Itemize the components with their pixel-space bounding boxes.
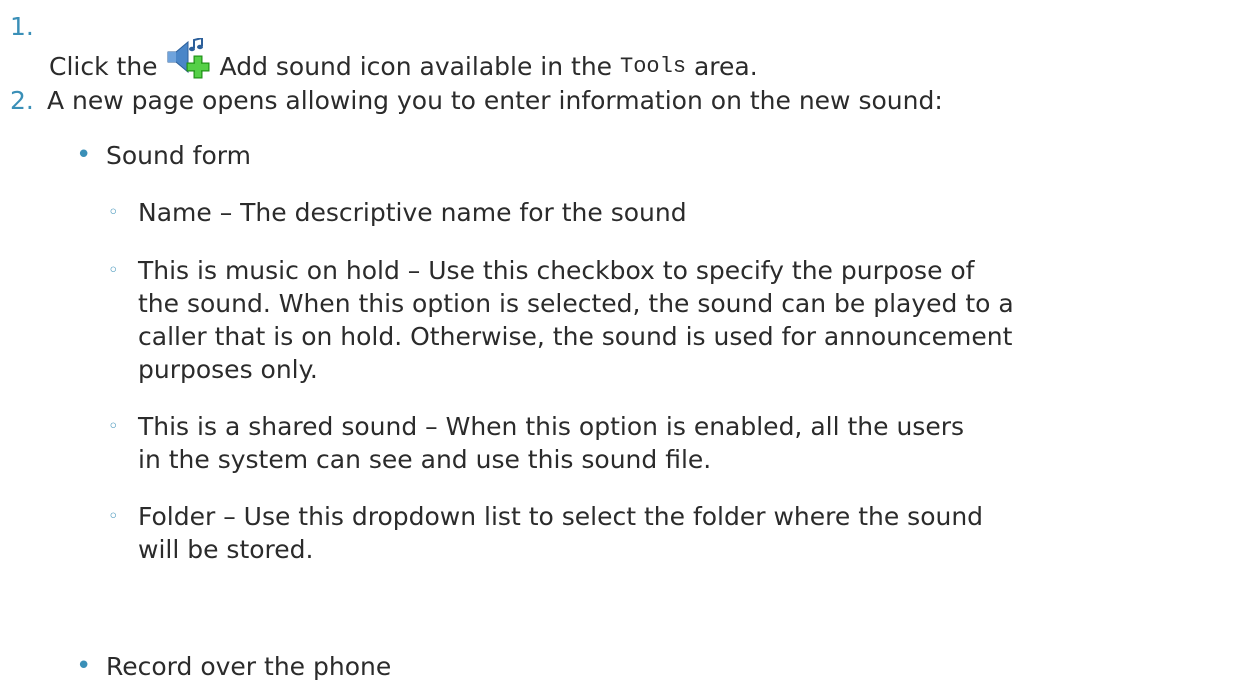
- bullet-icon: •: [76, 140, 92, 170]
- step-number: 1.: [10, 12, 34, 41]
- list-item-line: the sound. When this option is selected,…: [138, 289, 1014, 318]
- list-item: This is a shared sound – When this optio…: [138, 410, 1208, 476]
- code-text: Tools: [620, 53, 687, 79]
- step-2-text: A new page opens allowing you to enter i…: [47, 86, 943, 115]
- list-item-line: purposes only.: [138, 355, 318, 384]
- sub-bullet-icon: ◦: [108, 416, 119, 437]
- step-text: Click the: [49, 51, 158, 81]
- section-label: Sound form: [106, 141, 251, 170]
- add-sound-icon: [164, 36, 214, 79]
- step-text: Add sound icon available in the: [219, 51, 613, 81]
- step-1-text: Click the Add sound icon available in th…: [49, 36, 758, 84]
- sub-bullet-icon: ◦: [108, 506, 119, 527]
- list-item: Name – The descriptive name for the soun…: [138, 196, 1208, 229]
- step-text: area.: [693, 51, 758, 81]
- document: 1. Click the Add sound icon available in…: [0, 0, 1257, 686]
- list-item-line: This is music on hold – Use this checkbo…: [138, 256, 975, 285]
- list-item-line: This is a shared sound – When this optio…: [138, 412, 965, 441]
- list-item-line: Name – The descriptive name for the soun…: [138, 198, 687, 227]
- step-number: 2.: [10, 86, 34, 115]
- list-item: This is music on hold – Use this checkbo…: [138, 254, 1208, 386]
- sub-bullet-icon: ◦: [108, 202, 119, 223]
- section-label: Record over the phone: [106, 652, 392, 681]
- list-item-line: in the system can see and use this sound…: [138, 445, 712, 474]
- sub-bullet-icon: ◦: [108, 260, 119, 281]
- list-item-line: will be stored.: [138, 535, 314, 564]
- list-item: Folder – Use this dropdown list to selec…: [138, 500, 1208, 566]
- bullet-icon: •: [76, 651, 92, 681]
- list-item-line: caller that is on hold. Otherwise, the s…: [138, 322, 1013, 351]
- list-item-line: Folder – Use this dropdown list to selec…: [138, 502, 984, 531]
